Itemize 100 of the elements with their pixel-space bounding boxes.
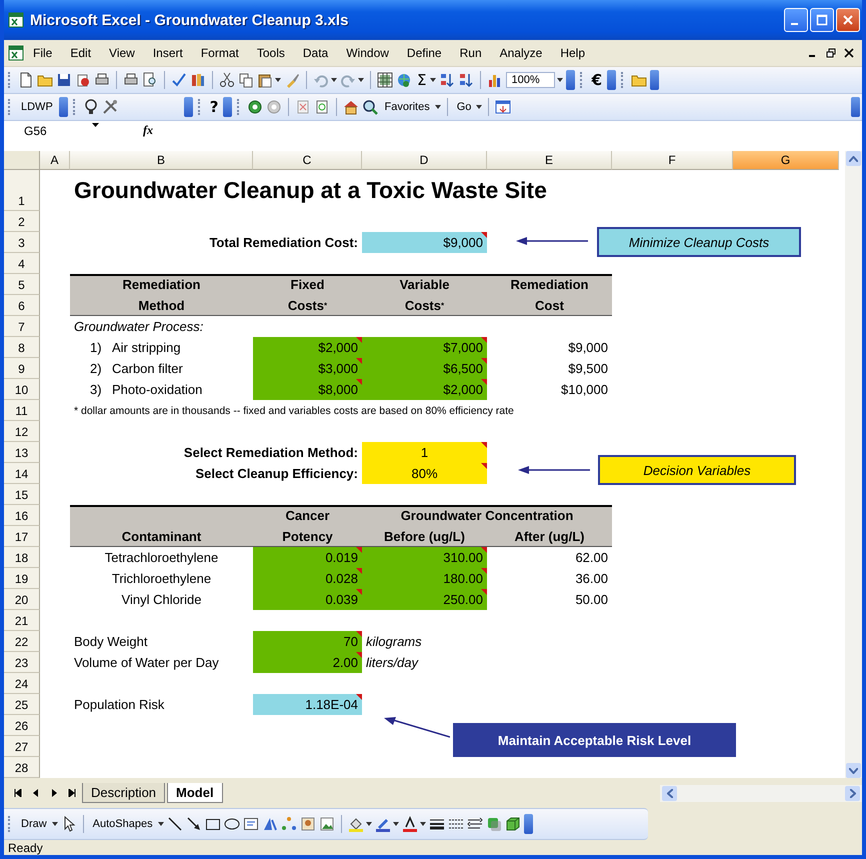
euro-button[interactable]: € — [590, 71, 604, 89]
caret-icon[interactable] — [430, 78, 436, 82]
minimize-button[interactable] — [784, 8, 808, 32]
menu-item[interactable]: Run — [450, 44, 491, 62]
input-cell[interactable]: 70 — [253, 631, 362, 652]
row-header[interactable]: 21 — [4, 610, 40, 631]
row-header[interactable]: 20 — [4, 589, 40, 610]
back-icon[interactable] — [247, 99, 264, 115]
home-icon[interactable] — [343, 99, 360, 115]
restore-icon[interactable] — [826, 48, 836, 58]
ellipse-icon[interactable] — [224, 816, 240, 832]
menu-item[interactable]: Analyze — [490, 44, 552, 62]
row-header[interactable]: 2 — [4, 211, 40, 232]
caret-icon[interactable] — [476, 105, 482, 109]
help-button[interactable]: ? — [208, 98, 220, 116]
spelling-check-icon[interactable] — [171, 72, 187, 88]
stop-icon[interactable] — [295, 99, 312, 115]
toolbar-options-icon[interactable] — [566, 70, 575, 90]
row-header[interactable]: 6 — [4, 295, 40, 316]
row-header[interactable]: 10 — [4, 379, 40, 400]
scroll-up-icon[interactable] — [846, 151, 861, 166]
row-header[interactable]: 17 — [4, 526, 40, 547]
ldwp-button[interactable]: LDWP — [18, 101, 56, 113]
autosum-button[interactable]: Σ — [415, 71, 428, 89]
font-color-icon[interactable] — [402, 816, 418, 832]
diagram-icon[interactable] — [280, 816, 297, 832]
output-cell[interactable]: 1.18E-04 — [253, 694, 362, 715]
column-header[interactable]: D — [362, 151, 487, 170]
row-header[interactable]: 24 — [4, 673, 40, 694]
row-header[interactable]: 12 — [4, 421, 40, 442]
input-cell[interactable]: 2.00 — [253, 652, 362, 673]
toolbar-options-icon[interactable] — [223, 97, 232, 117]
text-box-icon[interactable] — [242, 816, 259, 832]
rectangle-icon[interactable] — [204, 816, 221, 832]
horizontal-scrollbar[interactable] — [660, 784, 862, 802]
picture-icon[interactable] — [318, 816, 335, 832]
column-header[interactable]: C — [253, 151, 362, 170]
input-cell[interactable]: $2,000 — [362, 379, 487, 400]
sort-descending-icon[interactable] — [458, 72, 474, 88]
sheet-tab[interactable]: Model — [167, 783, 223, 803]
input-cell[interactable]: 310.00 — [362, 547, 487, 568]
draw-menu-button[interactable]: Draw — [18, 818, 50, 830]
input-cell[interactable]: $7,000 — [362, 337, 487, 358]
toolbar-options-icon[interactable] — [58, 97, 68, 117]
wordart-icon[interactable] — [262, 816, 278, 832]
arrow-icon[interactable] — [186, 816, 202, 832]
close-button[interactable] — [836, 8, 860, 32]
menu-item[interactable]: Help — [551, 44, 594, 62]
row-header[interactable]: 28 — [4, 757, 40, 778]
column-header[interactable]: B — [70, 151, 253, 170]
vertical-scrollbar[interactable] — [845, 151, 862, 778]
row-header[interactable]: 22 — [4, 631, 40, 652]
row-header[interactable]: 25 — [4, 694, 40, 715]
decision-cell[interactable]: 80% — [362, 463, 487, 484]
row-header[interactable]: 16 — [4, 505, 40, 526]
new-document-icon[interactable] — [18, 72, 34, 88]
input-cell[interactable]: 0.039 — [253, 589, 362, 610]
refresh-icon[interactable] — [314, 99, 330, 115]
caret-icon[interactable] — [52, 822, 58, 826]
print-preview-icon[interactable] — [142, 72, 158, 88]
caret-icon[interactable] — [392, 822, 399, 826]
row-header[interactable]: 3 — [4, 232, 40, 253]
window-icon[interactable] — [495, 99, 512, 115]
copy-icon[interactable] — [238, 72, 254, 88]
row-header[interactable]: 14 — [4, 463, 40, 484]
menu-item[interactable]: File — [24, 44, 62, 62]
scroll-down-icon[interactable] — [846, 763, 861, 778]
menu-item[interactable]: Edit — [61, 44, 100, 62]
caret-icon[interactable] — [275, 78, 281, 82]
save-icon[interactable] — [56, 72, 72, 88]
caret-icon[interactable] — [331, 78, 337, 82]
column-header[interactable]: F — [612, 151, 733, 170]
input-cell[interactable]: $6,500 — [362, 358, 487, 379]
autoshapes-button[interactable]: AutoShapes — [90, 818, 156, 830]
function-label[interactable]: fx — [143, 123, 153, 138]
input-cell[interactable]: $8,000 — [253, 379, 362, 400]
row-header[interactable]: 1 — [4, 170, 40, 211]
row-header[interactable]: 19 — [4, 568, 40, 589]
books-icon[interactable] — [190, 72, 206, 88]
maximize-button[interactable] — [810, 8, 834, 32]
grid-icon[interactable] — [377, 72, 393, 88]
row-header[interactable]: 11 — [4, 400, 40, 421]
3d-icon[interactable] — [504, 816, 521, 832]
input-cell[interactable]: 180.00 — [362, 568, 487, 589]
document-icon[interactable] — [8, 45, 24, 61]
go-button[interactable]: Go — [454, 101, 474, 113]
column-header[interactable]: A — [40, 151, 70, 170]
toolbar-options-icon[interactable] — [184, 97, 193, 117]
lightbulb-icon[interactable] — [82, 99, 99, 115]
toolbar-options-icon[interactable] — [851, 97, 860, 117]
column-header[interactable]: E — [487, 151, 612, 170]
line-icon[interactable] — [166, 816, 183, 832]
menu-item[interactable]: Format — [192, 44, 248, 62]
row-header[interactable]: 26 — [4, 715, 40, 736]
row-header[interactable]: 9 — [4, 358, 40, 379]
globe-icon[interactable] — [396, 72, 412, 88]
row-header[interactable]: 5 — [4, 274, 40, 295]
menu-item[interactable]: Window — [337, 44, 398, 62]
favorites-button[interactable]: Favorites — [381, 101, 433, 113]
zoom-field[interactable]: 100% — [506, 72, 555, 88]
